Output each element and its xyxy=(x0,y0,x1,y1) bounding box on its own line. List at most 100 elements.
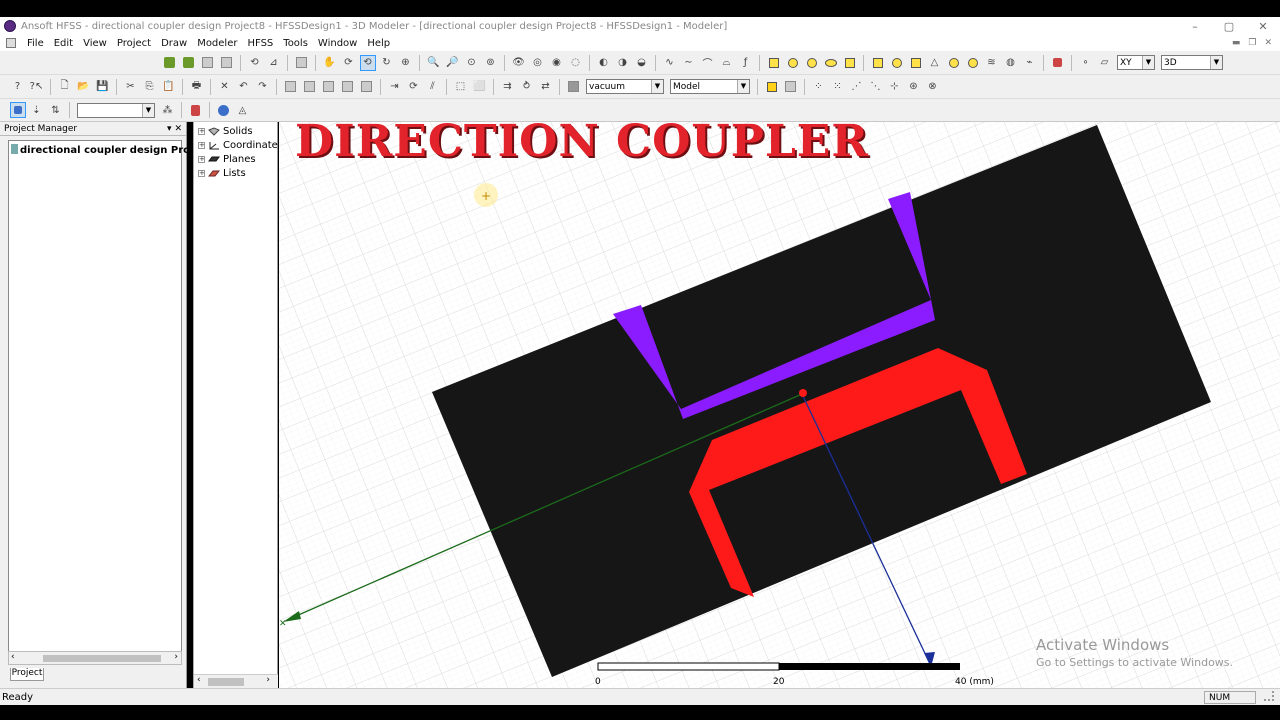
draw-equation-curve-icon[interactable]: ƒ xyxy=(738,55,754,71)
copy-image-icon[interactable] xyxy=(294,55,310,71)
mode-select[interactable]: Model ▼ xyxy=(670,79,750,94)
mdi-restore-icon[interactable]: ❐ xyxy=(1248,38,1256,48)
select-object-icon[interactable] xyxy=(764,79,780,95)
validate-icon[interactable] xyxy=(162,55,178,71)
show-selected-icon[interactable]: ◉ xyxy=(549,55,565,71)
report-icon[interactable] xyxy=(219,55,235,71)
draw-box-icon[interactable] xyxy=(870,55,886,71)
imprint-icon[interactable] xyxy=(359,79,375,95)
plane-icon[interactable]: ⏥ xyxy=(1097,55,1113,71)
project-node[interactable]: directional coupler design Project8 xyxy=(11,144,218,156)
dynamic-zoom-icon[interactable]: ⊕ xyxy=(398,55,414,71)
zoom-out-icon[interactable]: 🔎 xyxy=(445,55,461,71)
coordinate-icon[interactable]: ⇅ xyxy=(48,102,64,118)
context-help-icon[interactable]: ?↖ xyxy=(29,79,45,95)
draw-center-arc-icon[interactable]: ⌓ xyxy=(719,55,735,71)
show-all-icon[interactable]: 👁 xyxy=(511,55,527,71)
unite-icon[interactable] xyxy=(283,79,299,95)
duplicate-mirror-icon[interactable]: ⇄ xyxy=(538,79,554,95)
scroll-right-icon[interactable]: › xyxy=(174,652,178,662)
render-smooth-icon[interactable]: ◒ xyxy=(634,55,650,71)
orbit-icon[interactable]: ⟲ xyxy=(359,54,376,71)
zoom-selected-icon[interactable]: ⊚ xyxy=(483,55,499,71)
mdi-close-icon[interactable]: ✕ xyxy=(1264,38,1272,48)
modeler-canvas[interactable]: ✕ + 0 20 40 (mm) xyxy=(279,122,1280,688)
tree-item-planes[interactable]: + Planes xyxy=(198,154,256,165)
close-button[interactable]: ✕ xyxy=(1246,20,1280,33)
spin-icon[interactable]: ↻ xyxy=(379,55,395,71)
draw-bondwire-icon[interactable]: ⌁ xyxy=(1022,55,1038,71)
snap-quadrant-icon[interactable]: ⊛ xyxy=(906,79,922,95)
hide-selected-icon[interactable]: ◌ xyxy=(568,55,584,71)
split-icon[interactable] xyxy=(340,79,356,95)
cut-icon[interactable]: ✂ xyxy=(123,79,139,95)
draw-ellipse-icon[interactable] xyxy=(823,55,839,71)
mesh-icon[interactable]: ◬ xyxy=(235,102,251,118)
plane-select[interactable]: XY ▼ xyxy=(1117,55,1155,70)
pan-icon[interactable]: ✋ xyxy=(322,55,338,71)
point-icon[interactable]: ∘ xyxy=(1078,55,1094,71)
analyze-icon[interactable] xyxy=(181,55,197,71)
help-icon[interactable]: ? xyxy=(10,79,26,95)
draw-equation-surface-icon[interactable] xyxy=(842,55,858,71)
tree-item-lists[interactable]: + Lists xyxy=(198,168,246,179)
tree-item-solids[interactable]: + Solids xyxy=(198,126,253,137)
zoom-all-icon[interactable]: ⊙ xyxy=(464,55,480,71)
rotate-object-icon[interactable]: ⟳ xyxy=(406,79,422,95)
project-tree-hscrollbar[interactable]: ‹ › xyxy=(8,651,182,665)
draw-cone-icon[interactable]: △ xyxy=(927,55,943,71)
delete-icon[interactable]: ✕ xyxy=(217,79,233,95)
menu-window[interactable]: Window xyxy=(313,38,362,49)
draw-circle-icon[interactable] xyxy=(785,55,801,71)
field-overlay-icon[interactable]: ⊿ xyxy=(266,55,282,71)
draw-line-icon[interactable]: ∿ xyxy=(662,55,678,71)
new-project-icon[interactable]: 🗋 xyxy=(57,79,73,95)
snap-edge-icon[interactable]: ⋰ xyxy=(849,79,865,95)
save-project-icon[interactable]: 💾 xyxy=(95,79,111,95)
draw-helix-icon[interactable]: ≋ xyxy=(984,55,1000,71)
solution-data-icon[interactable] xyxy=(200,55,216,71)
menu-edit[interactable]: Edit xyxy=(49,38,78,49)
snap-center-icon[interactable]: ⊹ xyxy=(887,79,903,95)
model-tree-hscrollbar[interactable]: ‹ › xyxy=(194,674,278,688)
panel-close-icon[interactable]: ✕ xyxy=(174,124,182,134)
draw-spiral-icon[interactable]: ◍ xyxy=(1003,55,1019,71)
draw-regular-polygon-icon[interactable] xyxy=(804,55,820,71)
boundary-icon[interactable] xyxy=(216,102,232,118)
measure-icon[interactable]: ⇣ xyxy=(29,102,45,118)
tree-item-coordinate[interactable]: + Coordinate xyxy=(198,140,278,151)
expand-icon[interactable]: + xyxy=(198,156,205,163)
menu-help[interactable]: Help xyxy=(362,38,395,49)
document-icon[interactable] xyxy=(6,38,16,48)
material-icon[interactable] xyxy=(566,79,582,95)
menu-project[interactable]: Project xyxy=(112,38,156,49)
maximize-button[interactable]: ▢ xyxy=(1212,20,1246,33)
intersect-icon[interactable] xyxy=(321,79,337,95)
open-project-icon[interactable]: 📂 xyxy=(76,79,92,95)
draw-sphere-icon[interactable] xyxy=(946,55,962,71)
expand-icon[interactable]: + xyxy=(198,142,205,149)
menu-draw[interactable]: Draw xyxy=(156,38,192,49)
copy-icon[interactable]: ⎘ xyxy=(142,79,158,95)
snap-face-icon[interactable]: ⋱ xyxy=(868,79,884,95)
draw-point-icon[interactable] xyxy=(1050,55,1066,71)
modeler-viewport[interactable]: ✕ + 0 20 40 (mm) DIRECTION COUPLER Activ… xyxy=(279,122,1280,688)
tab-project[interactable]: Project xyxy=(10,668,44,681)
duplicate-around-axis-icon[interactable]: ⥁ xyxy=(519,79,535,95)
expand-icon[interactable]: + xyxy=(198,128,205,135)
duplicate-along-line-icon[interactable]: ⇉ xyxy=(500,79,516,95)
select-face-icon[interactable] xyxy=(783,79,799,95)
snap-grid-icon[interactable]: ⁘ xyxy=(811,79,827,95)
scroll-thumb[interactable] xyxy=(43,655,161,662)
paste-icon[interactable]: 📋 xyxy=(161,79,177,95)
material-select[interactable]: vacuum ▼ xyxy=(586,79,664,94)
draw-torus-icon[interactable] xyxy=(965,55,981,71)
snap-vertex-icon[interactable]: ⁙ xyxy=(830,79,846,95)
scroll-right-icon[interactable]: › xyxy=(266,675,270,685)
redo-icon[interactable]: ↷ xyxy=(255,79,271,95)
draw-rectangle-icon[interactable] xyxy=(766,55,782,71)
draw-arc-icon[interactable]: ⌒ xyxy=(700,55,716,71)
properties-icon[interactable]: ⁂ xyxy=(160,102,176,118)
draw-regular-polyhedron-icon[interactable] xyxy=(908,55,924,71)
zoom-in-icon[interactable]: 🔍 xyxy=(426,55,442,71)
